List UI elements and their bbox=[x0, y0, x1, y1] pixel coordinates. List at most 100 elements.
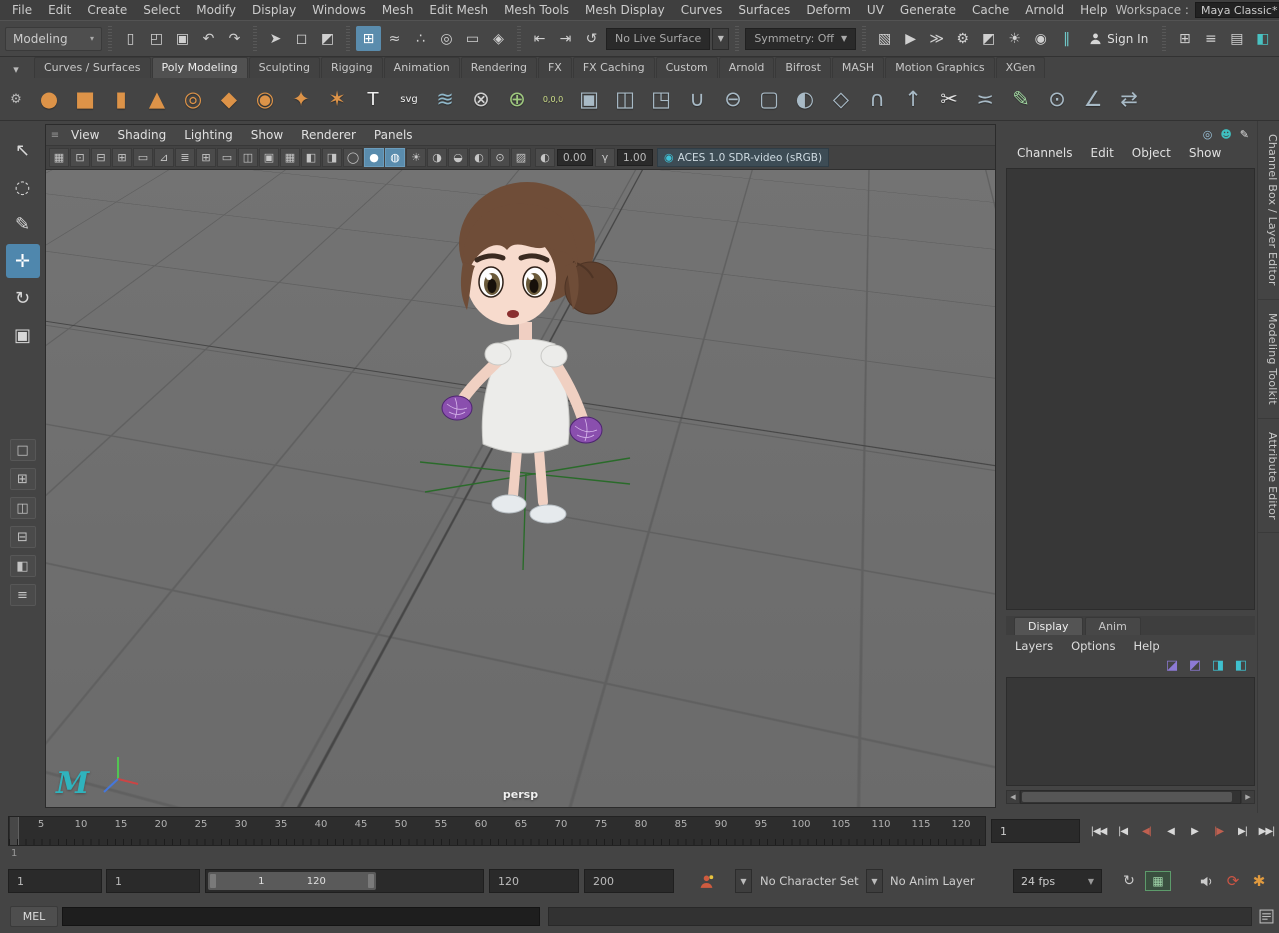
layout-outliner-persp-button[interactable]: ◧ bbox=[10, 555, 36, 577]
oversampling-icon[interactable]: ≣ bbox=[175, 148, 195, 167]
anim-layer-label[interactable]: No Anim Layer bbox=[890, 869, 975, 893]
viewport-menu-item[interactable]: Panels bbox=[365, 128, 422, 142]
layout-presets-button[interactable]: ≡ bbox=[10, 584, 36, 606]
construction-history-icon[interactable]: ↺ bbox=[579, 26, 604, 51]
scroll-right-icon[interactable]: ▶ bbox=[1241, 790, 1255, 804]
safe-action-icon[interactable]: ◧ bbox=[301, 148, 321, 167]
anim-layer-dropdown[interactable]: ▼ bbox=[866, 869, 883, 893]
arnold-renderview-icon[interactable]: ◉ bbox=[1028, 26, 1053, 51]
playback-speed-icon[interactable]: ⟳ bbox=[1221, 870, 1245, 892]
menu-item[interactable]: Edit bbox=[40, 0, 79, 20]
current-frame-field[interactable]: 1 bbox=[991, 819, 1080, 843]
layout-single-pane-button[interactable]: □ bbox=[10, 439, 36, 461]
input-connections-icon[interactable]: ⇤ bbox=[527, 26, 552, 51]
select-component-icon[interactable]: ◩ bbox=[315, 26, 340, 51]
svg-tool-icon[interactable]: svg bbox=[392, 82, 426, 116]
render-settings-icon[interactable]: ⚙ bbox=[950, 26, 975, 51]
save-scene-icon[interactable]: ▣ bbox=[170, 26, 195, 51]
snap-to-curves-icon[interactable]: ≈ bbox=[382, 26, 407, 51]
channel-box-menu-item[interactable]: Edit bbox=[1082, 146, 1123, 160]
dock-side-tab[interactable]: Modeling Toolkit bbox=[1258, 300, 1279, 419]
command-language-button[interactable]: MEL bbox=[10, 906, 58, 927]
undo-icon[interactable]: ↶ bbox=[196, 26, 221, 51]
menu-item[interactable]: Edit Mesh bbox=[421, 0, 496, 20]
platonic-solid-icon[interactable]: ✦ bbox=[284, 82, 318, 116]
snap-to-projected-center-icon[interactable]: ◎ bbox=[434, 26, 459, 51]
motion-blur-icon[interactable]: ◐ bbox=[469, 148, 489, 167]
menu-item[interactable]: Help bbox=[1072, 0, 1115, 20]
boolean-union-icon[interactable]: ∪ bbox=[680, 82, 714, 116]
cached-playback-icon[interactable]: ▦ bbox=[1145, 871, 1171, 891]
grid-toggle-icon[interactable]: ⊞ bbox=[1172, 26, 1197, 51]
modeling-toolkit-icon[interactable]: ◧ bbox=[1250, 26, 1275, 51]
character-set-label[interactable]: No Character Set bbox=[760, 869, 859, 893]
open-scene-icon[interactable]: ◰ bbox=[144, 26, 169, 51]
toolbar-grip[interactable] bbox=[735, 26, 739, 52]
lock-camera-icon[interactable]: ⊡ bbox=[70, 148, 90, 167]
channel-list-area[interactable] bbox=[1006, 168, 1255, 610]
gamma-icon[interactable]: γ bbox=[595, 148, 615, 167]
shelf-gear-icon[interactable]: ⚙ bbox=[8, 91, 24, 107]
lasso-tool[interactable]: ◌ bbox=[6, 170, 40, 204]
character-set-dropdown[interactable]: ▼ bbox=[735, 869, 752, 893]
safe-title-icon[interactable]: ◨ bbox=[322, 148, 342, 167]
bridge-icon[interactable]: ∩ bbox=[860, 82, 894, 116]
poly-torus-icon[interactable]: ◎ bbox=[176, 82, 210, 116]
dock-side-tab[interactable]: Channel Box / Layer Editor bbox=[1258, 121, 1279, 300]
poly-disc-icon[interactable]: ◉ bbox=[248, 82, 282, 116]
panel-drag-handle[interactable]: ≡ bbox=[48, 130, 62, 141]
shelf-tab[interactable]: Animation bbox=[384, 57, 460, 78]
extract-icon[interactable]: ◳ bbox=[644, 82, 678, 116]
animation-preferences-icon[interactable]: ✱ bbox=[1247, 870, 1271, 892]
layer-options-icon[interactable]: ◧ bbox=[1233, 657, 1249, 673]
poly-plane-icon[interactable]: ◆ bbox=[212, 82, 246, 116]
animation-start-field[interactable]: 1 bbox=[8, 869, 102, 893]
shelf-tab[interactable]: MASH bbox=[832, 57, 884, 78]
viewport-menu-item[interactable]: Lighting bbox=[175, 128, 242, 142]
viewport-menu-item[interactable]: Show bbox=[242, 128, 292, 142]
shelf-tab[interactable]: Rendering bbox=[461, 57, 537, 78]
multi-cut-icon[interactable]: ✂ bbox=[932, 82, 966, 116]
poly-sphere-icon[interactable]: ● bbox=[32, 82, 66, 116]
channel-box-menu-item[interactable]: Show bbox=[1180, 146, 1230, 160]
viewport-menu-item[interactable]: Shading bbox=[108, 128, 175, 142]
character-icon[interactable]: ☻ bbox=[1220, 129, 1231, 140]
layer-menu-item[interactable]: Layers bbox=[1006, 639, 1062, 653]
shaded-icon[interactable]: ● bbox=[364, 148, 384, 167]
shadows-icon[interactable]: ◑ bbox=[427, 148, 447, 167]
shelf-tab[interactable]: Arnold bbox=[719, 57, 775, 78]
menu-item[interactable]: Cache bbox=[964, 0, 1017, 20]
layout-four-pane-button[interactable]: ⊞ bbox=[10, 468, 36, 490]
play-backwards-button[interactable]: ◀ bbox=[1159, 818, 1182, 844]
sound-icon[interactable] bbox=[1194, 870, 1218, 892]
menuset-dropdown[interactable]: Modeling▾ bbox=[5, 27, 102, 51]
render-sequence-icon[interactable]: ≫ bbox=[924, 26, 949, 51]
menu-item[interactable]: Mesh bbox=[374, 0, 422, 20]
menu-item[interactable]: Select bbox=[135, 0, 188, 20]
layout-two-pane-stacked-button[interactable]: ⊟ bbox=[10, 526, 36, 548]
playback-end-field[interactable]: 120 bbox=[489, 869, 579, 893]
outliner-icon[interactable]: ≡ bbox=[1198, 26, 1223, 51]
new-layer-from-selected-icon[interactable]: ◨ bbox=[1210, 657, 1226, 673]
lights-icon[interactable]: ☀ bbox=[406, 148, 426, 167]
image-plane-icon[interactable]: ▭ bbox=[133, 148, 153, 167]
bookmarks-icon[interactable]: ⊞ bbox=[112, 148, 132, 167]
menu-item[interactable]: Mesh Display bbox=[577, 0, 673, 20]
range-end-handle[interactable] bbox=[368, 874, 374, 888]
scroll-left-icon[interactable]: ◀ bbox=[1006, 790, 1020, 804]
field-chart-icon[interactable]: ▦ bbox=[280, 148, 300, 167]
shelf-tab[interactable]: XGen bbox=[996, 57, 1046, 78]
shelf-tab[interactable]: Rigging bbox=[321, 57, 383, 78]
menu-item[interactable]: Modify bbox=[188, 0, 244, 20]
range-slider[interactable]: 1 120 bbox=[205, 869, 484, 893]
resolution-gate-icon[interactable]: ◫ bbox=[238, 148, 258, 167]
viewport-menu-item[interactable]: View bbox=[62, 128, 108, 142]
toolbar-grip[interactable] bbox=[253, 26, 257, 52]
shelf-tab-menu-icon[interactable]: ▾ bbox=[8, 61, 24, 77]
mirror-icon[interactable]: ◐ bbox=[788, 82, 822, 116]
poly-cylinder-icon[interactable]: ▮ bbox=[104, 82, 138, 116]
menu-item[interactable]: Deform bbox=[798, 0, 859, 20]
character-set-icon[interactable] bbox=[695, 870, 717, 892]
combine-icon[interactable]: ▣ bbox=[572, 82, 606, 116]
toolbar-grip[interactable] bbox=[1162, 26, 1166, 52]
